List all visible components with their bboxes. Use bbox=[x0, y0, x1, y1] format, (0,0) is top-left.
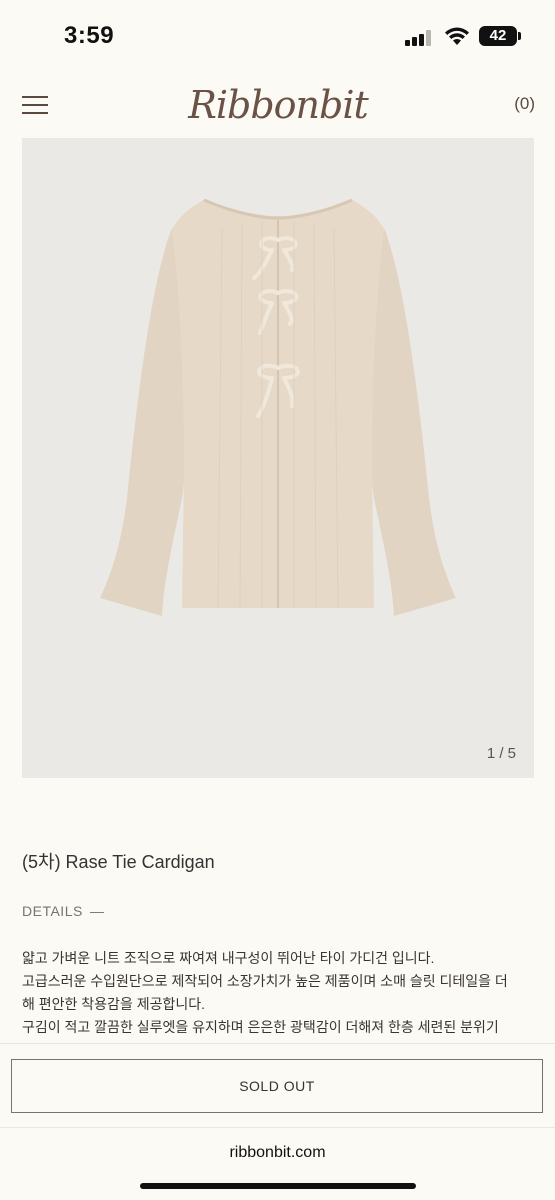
product-title: (5차) Rase Tie Cardigan bbox=[22, 852, 215, 872]
description-line: 얇고 가벼운 니트 조직으로 짜여져 내구성이 뛰어난 타이 가디건 입니다. bbox=[22, 950, 435, 966]
divider bbox=[0, 1127, 555, 1128]
menu-icon[interactable] bbox=[22, 94, 48, 116]
brand-logo[interactable]: Ribbonbit bbox=[178, 78, 378, 132]
status-bar: 3:59 42 bbox=[0, 0, 555, 72]
sold-out-button[interactable]: SOLD OUT bbox=[11, 1059, 543, 1113]
battery-icon: 42 bbox=[479, 26, 517, 46]
bottom-bar: SOLD OUT ribbonbit.com bbox=[0, 1043, 555, 1200]
cart-count[interactable]: (0) bbox=[514, 94, 535, 114]
product-description: 얇고 가벼운 니트 조직으로 짜여져 내구성이 뛰어난 타이 가디건 입니다. … bbox=[22, 947, 542, 1043]
description-line: 고급스러운 수입원단으로 제작되어 소장가치가 높은 제품이며 소매 슬릿 디테… bbox=[22, 973, 508, 989]
site-header: Ribbonbit (0) bbox=[0, 72, 555, 138]
browser-url[interactable]: ribbonbit.com bbox=[0, 1144, 555, 1162]
description-line: 구김이 적고 깔끔한 실루엣을 유지하며 은은한 광택감이 더해져 한층 세련된… bbox=[22, 1019, 499, 1035]
status-time: 3:59 bbox=[64, 22, 115, 49]
details-toggle[interactable]: — bbox=[90, 903, 104, 919]
image-counter: 1 / 5 bbox=[486, 745, 516, 762]
signal-icon bbox=[405, 30, 433, 46]
home-indicator[interactable] bbox=[140, 1183, 416, 1189]
description-line: 해 편안한 착용감을 제공합니다. bbox=[22, 996, 205, 1012]
battery-cap bbox=[518, 32, 521, 40]
product-image[interactable]: 1 / 5 bbox=[22, 138, 534, 778]
details-label: DETAILS bbox=[22, 903, 83, 919]
wifi-icon bbox=[445, 27, 469, 45]
cardigan-illustration bbox=[100, 198, 456, 616]
